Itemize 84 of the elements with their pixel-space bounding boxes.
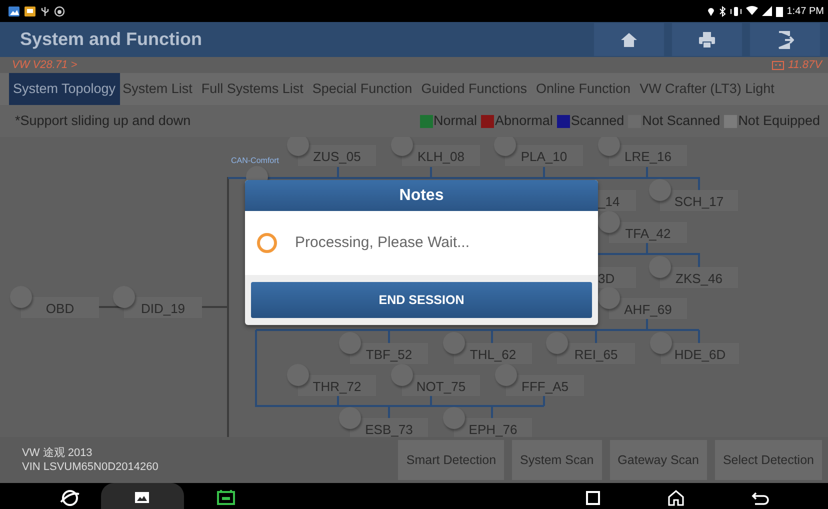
node-icon xyxy=(495,364,517,386)
browser-icon[interactable] xyxy=(60,488,80,508)
node-icon xyxy=(10,286,32,308)
node-icon xyxy=(598,211,620,233)
node-label[interactable]: KLH_08 xyxy=(402,145,480,166)
vci-icon[interactable] xyxy=(214,488,238,508)
tab[interactable]: System Topology xyxy=(9,73,120,105)
node-icon xyxy=(650,332,672,354)
notification-icon xyxy=(24,6,36,16)
vin-text: VIN LSVUM65N0D2014260 xyxy=(22,460,158,474)
tab[interactable]: System List xyxy=(120,73,198,105)
node-icon xyxy=(546,332,568,354)
wifi-icon xyxy=(746,6,758,16)
node-label[interactable]: THR_72 xyxy=(298,375,376,396)
spinner-icon xyxy=(257,233,277,253)
node-label[interactable]: REI_65 xyxy=(557,343,635,364)
node-label[interactable]: ZKS_46 xyxy=(660,267,738,288)
tab[interactable]: VW Crafter (LT3) Light xyxy=(636,73,780,105)
action-button[interactable]: Smart Detection xyxy=(398,440,504,480)
node-label[interactable]: SCH_17 xyxy=(660,190,738,211)
tab[interactable]: Full Systems List xyxy=(198,73,310,105)
bus-label: CAN-Comfort xyxy=(231,155,280,167)
printer-icon xyxy=(698,30,716,48)
clock-time: 1:47 PM xyxy=(786,4,824,18)
node-label[interactable]: TFA_42 xyxy=(609,222,687,243)
node-label[interactable]: EPH_76 xyxy=(454,418,532,437)
page-title: System and Function xyxy=(19,28,202,51)
action-button[interactable]: Gateway Scan xyxy=(610,440,707,480)
node-label[interactable]: HDE_6D xyxy=(661,343,739,364)
node-label[interactable]: FFF_A5 xyxy=(506,375,584,396)
car-battery-icon xyxy=(772,60,784,70)
dialog-title: Notes xyxy=(245,180,598,211)
legend-label: Not Scanned xyxy=(642,112,720,130)
node-icon xyxy=(391,364,413,386)
node-label[interactable]: DID_19 xyxy=(124,297,202,318)
exit-button[interactable] xyxy=(750,23,820,56)
legend-label: Abnormal xyxy=(495,112,553,130)
node-label[interactable]: ZUS_05 xyxy=(298,145,376,166)
node-icon xyxy=(339,407,361,429)
exit-icon xyxy=(776,30,794,48)
action-button[interactable]: Select Detection xyxy=(714,440,822,480)
usb-icon xyxy=(40,6,50,16)
signal-icon xyxy=(762,6,772,16)
action-button[interactable]: System Scan xyxy=(512,440,602,480)
node-label[interactable]: LRE_16 xyxy=(609,145,687,166)
node-icon xyxy=(443,407,465,429)
legend-label: Normal xyxy=(434,112,478,130)
node-icon xyxy=(598,287,620,309)
hint-text: *Support sliding up and down xyxy=(15,112,191,130)
debug-icon xyxy=(54,6,65,16)
node-label[interactable]: 3D xyxy=(598,267,636,288)
gallery-icon xyxy=(8,6,20,16)
node-label[interactable]: TBF_52 xyxy=(350,343,428,364)
node-icon xyxy=(649,179,671,201)
node-label[interactable]: NOT_75 xyxy=(402,375,480,396)
node-icon xyxy=(339,332,361,354)
tab[interactable]: Online Function xyxy=(533,73,637,105)
bluetooth-icon xyxy=(718,6,726,16)
voltage-reading: 11.87V xyxy=(788,58,822,73)
location-icon xyxy=(706,6,715,16)
battery-icon xyxy=(776,6,783,16)
node-icon xyxy=(649,256,671,278)
home-button[interactable] xyxy=(594,23,664,56)
tab[interactable]: Guided Functions xyxy=(418,73,533,105)
end-session-button[interactable]: END SESSION xyxy=(251,282,592,318)
vehicle-model: VW 途观 2013 xyxy=(22,446,94,460)
node-icon xyxy=(113,286,135,308)
node-icon xyxy=(287,364,309,386)
tab[interactable]: Special Function xyxy=(309,73,418,105)
dialog-message: Processing, Please Wait... xyxy=(295,232,470,253)
node-label[interactable]: _14 xyxy=(598,190,636,211)
node-label[interactable]: OBD xyxy=(21,297,99,318)
software-version[interactable]: VW V28.71 > xyxy=(12,56,78,74)
node-icon xyxy=(443,332,465,354)
legend-label: Scanned xyxy=(570,112,624,130)
node-label[interactable]: PLA_10 xyxy=(505,145,583,166)
node-label[interactable]: ESB_73 xyxy=(350,418,428,437)
legend-label: Not Equipped xyxy=(738,112,820,130)
node-label[interactable]: THL_62 xyxy=(454,343,532,364)
print-button[interactable] xyxy=(672,23,742,56)
home-icon xyxy=(620,30,638,48)
home-nav-icon[interactable] xyxy=(667,488,685,508)
vibrate-icon xyxy=(730,6,742,16)
node-label[interactable]: AHF_69 xyxy=(609,298,687,319)
